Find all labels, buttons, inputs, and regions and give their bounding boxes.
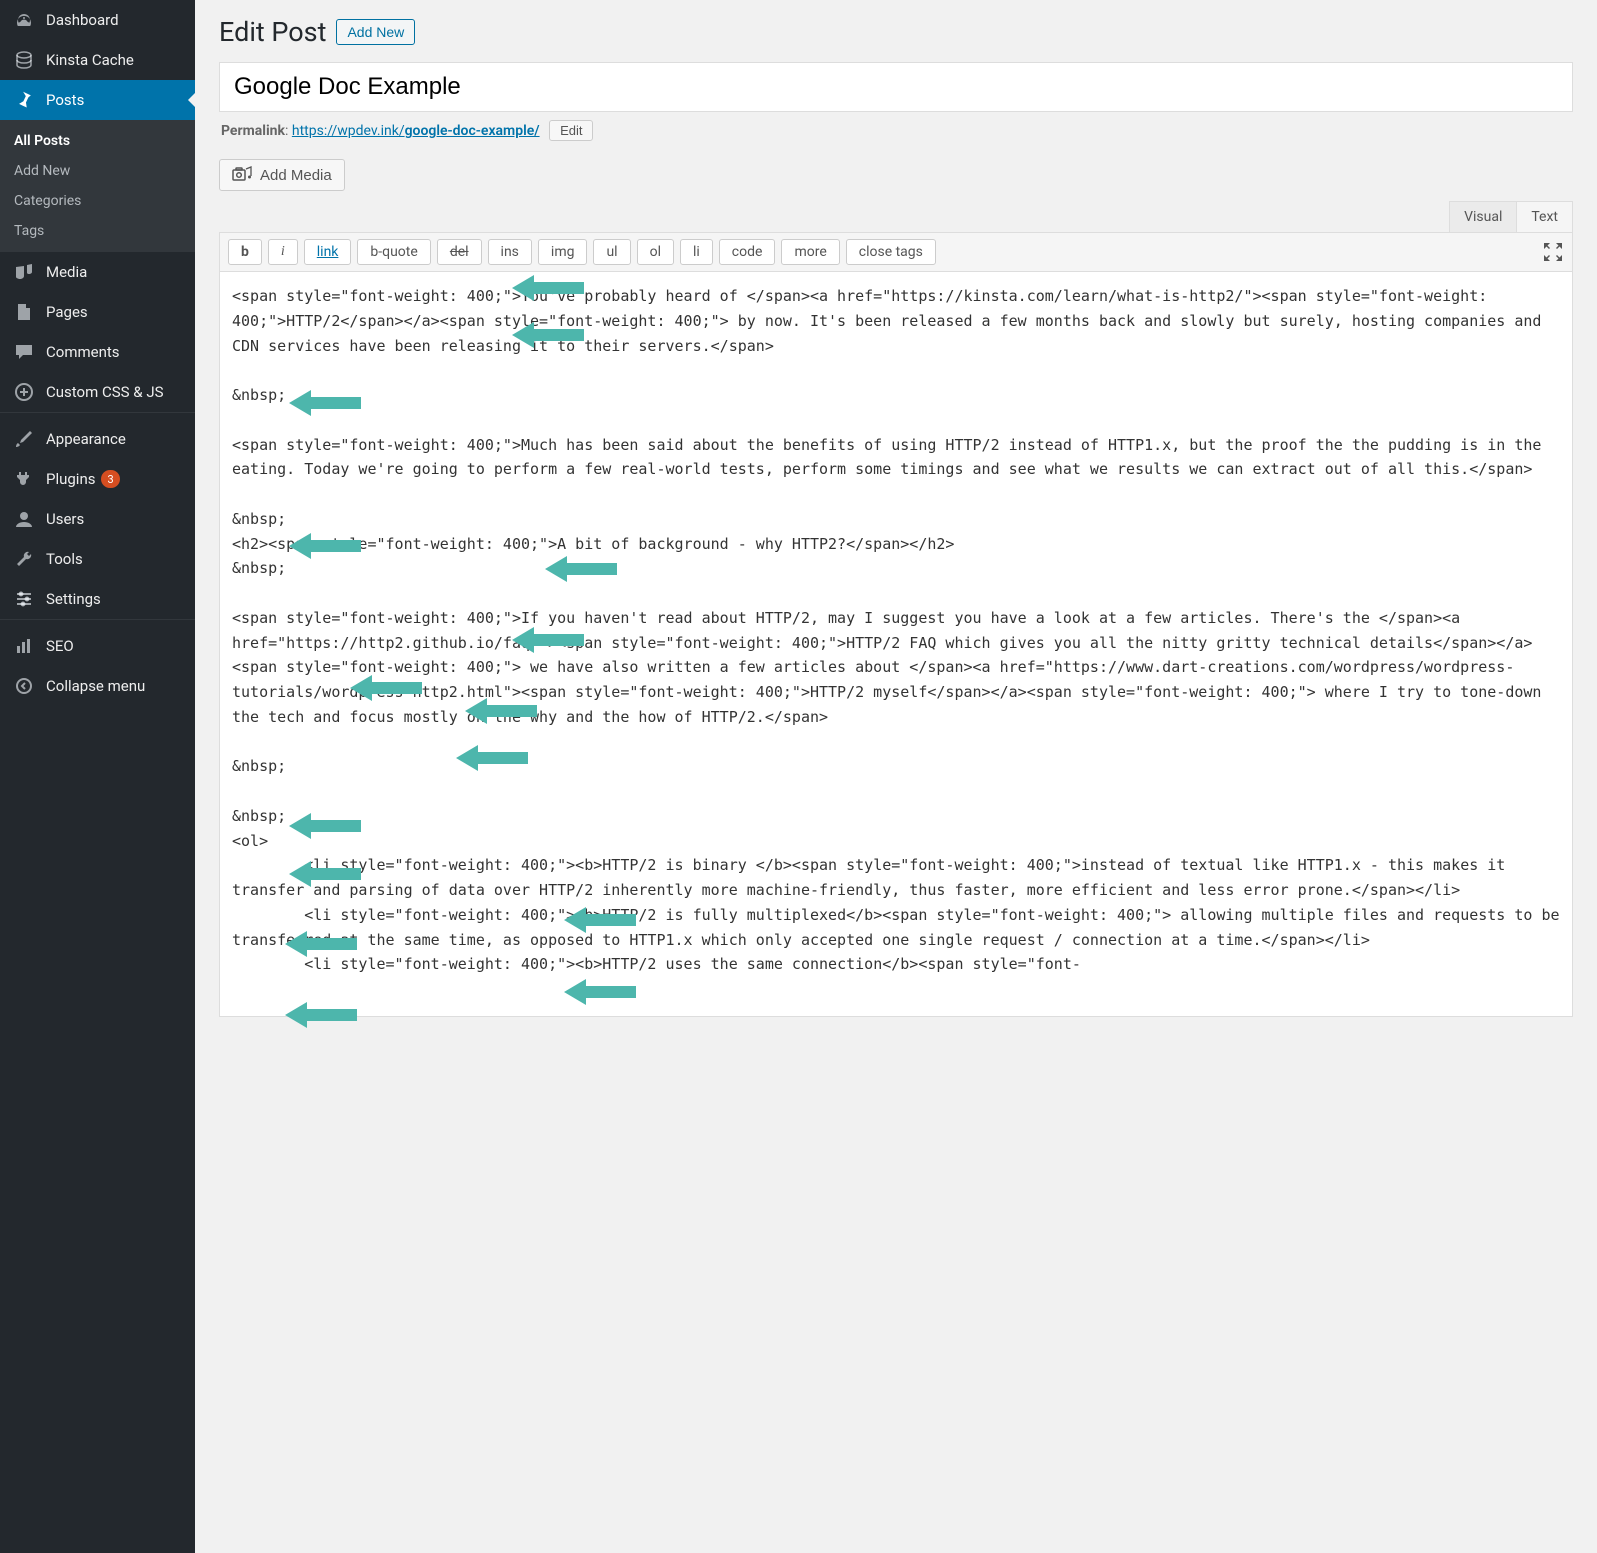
page-title: Edit Post	[219, 16, 326, 48]
sidebar-item-kinsta-cache[interactable]: Kinsta Cache	[0, 40, 195, 80]
tab-visual[interactable]: Visual	[1449, 201, 1517, 232]
plus-icon	[12, 382, 36, 402]
media-icon	[12, 262, 36, 282]
permalink-row: Permalink: https://wpdev.ink/google-doc-…	[219, 120, 1573, 141]
sidebar-item-label: Tools	[46, 550, 83, 568]
permalink-link[interactable]: https://wpdev.ink/google-doc-example/	[292, 123, 540, 139]
pin-icon	[12, 90, 36, 110]
editor-box: bilinkb-quote delinsimgulollicodemore clos…	[219, 232, 1573, 1017]
update-badge: 3	[101, 470, 119, 488]
add-new-button[interactable]: Add New	[336, 19, 415, 45]
seo-icon	[12, 636, 36, 656]
sidebar-item-settings[interactable]: Settings	[0, 579, 195, 619]
sidebar-item-label: Custom CSS & JS	[46, 383, 164, 401]
sidebar-item-users[interactable]: Users	[0, 499, 195, 539]
editor-pane	[220, 272, 1572, 1016]
media-row: Add Media	[219, 159, 1573, 191]
sidebar-item-label: SEO	[46, 637, 74, 655]
sidebar-sub-categories[interactable]: Categories	[0, 186, 195, 216]
camera-music-icon	[232, 166, 252, 184]
qt-del-button[interactable]: del	[437, 239, 482, 265]
sidebar-item-plugins[interactable]: Plugins 3	[0, 459, 195, 499]
edit-slug-button[interactable]: Edit	[549, 120, 593, 141]
permalink-label: Permalink	[221, 123, 285, 139]
sidebar-item-comments[interactable]: Comments	[0, 332, 195, 372]
sidebar-item-seo[interactable]: SEO	[0, 626, 195, 666]
sidebar-item-label: Comments	[46, 343, 120, 361]
sidebar-item-label: Kinsta Cache	[46, 51, 134, 69]
sidebar-item-collapse-menu[interactable]: Collapse menu	[0, 666, 195, 706]
fullscreen-icon[interactable]	[1542, 241, 1564, 263]
wrench-icon	[12, 549, 36, 569]
sidebar-item-label: Plugins	[46, 470, 95, 488]
qt-i-button[interactable]: i	[268, 239, 298, 265]
sidebar-sub-all-posts[interactable]: All Posts	[0, 126, 195, 156]
sidebar-item-label: Collapse menu	[46, 677, 145, 695]
sidebar-item-media[interactable]: Media	[0, 252, 195, 292]
qt-ul-button[interactable]: ul	[593, 239, 630, 265]
sliders-icon	[12, 589, 36, 609]
comment-icon	[12, 342, 36, 362]
sidebar-item-tools[interactable]: Tools	[0, 539, 195, 579]
tab-text[interactable]: Text	[1516, 201, 1573, 232]
collapse-icon	[12, 676, 36, 696]
page-header: Edit Post Add New	[219, 16, 1573, 48]
cache-icon	[12, 50, 36, 70]
page-icon	[12, 302, 36, 322]
sidebar-item-label: Dashboard	[46, 11, 119, 29]
qt-b-quote-button[interactable]: b-quote	[357, 239, 430, 265]
editor-tabs: Visual Text	[219, 201, 1573, 232]
qt-more-button[interactable]: more	[781, 239, 839, 265]
post-content-textarea[interactable]	[220, 272, 1572, 1012]
sidebar-item-posts[interactable]: Posts	[0, 80, 195, 120]
dashboard-icon	[12, 10, 36, 30]
post-title-input[interactable]	[220, 63, 1572, 111]
sidebar-item-label: Pages	[46, 303, 88, 321]
qt-img-button[interactable]: img	[538, 239, 588, 265]
sidebar-item-appearance[interactable]: Appearance	[0, 419, 195, 459]
admin-sidebar: Dashboard Kinsta Cache Posts All PostsAdd N…	[0, 0, 195, 1553]
qt-b-button[interactable]: b	[228, 239, 262, 265]
brush-icon	[12, 429, 36, 449]
sidebar-item-label: Users	[46, 510, 84, 528]
qt-ol-button[interactable]: ol	[637, 239, 674, 265]
sidebar-sub-tags[interactable]: Tags	[0, 216, 195, 246]
sidebar-sub-add-new[interactable]: Add New	[0, 156, 195, 186]
sidebar-item-label: Appearance	[46, 430, 126, 448]
add-media-button[interactable]: Add Media	[219, 159, 345, 191]
qt-link-button[interactable]: link	[304, 239, 352, 265]
sidebar-item-pages[interactable]: Pages	[0, 292, 195, 332]
plug-icon	[12, 469, 36, 489]
main-content: Edit Post Add New Permalink: https://wpd…	[195, 0, 1597, 1553]
sidebar-item-label: Settings	[46, 590, 101, 608]
sidebar-submenu: All PostsAdd NewCategoriesTags	[0, 120, 195, 252]
qt-li-button[interactable]: li	[680, 239, 713, 265]
sidebar-item-dashboard[interactable]: Dashboard	[0, 0, 195, 40]
sidebar-item-label: Posts	[46, 91, 84, 109]
user-icon	[12, 509, 36, 529]
sidebar-item-custom-css-js[interactable]: Custom CSS & JS	[0, 372, 195, 412]
quicktags-toolbar: bilinkb-quote delinsimgulollicodemore clos…	[220, 233, 1572, 272]
qt-code-button[interactable]: code	[719, 239, 776, 265]
sidebar-item-label: Media	[46, 263, 87, 281]
post-title-box	[219, 62, 1573, 112]
qt-ins-button[interactable]: ins	[488, 239, 532, 265]
qt-close-tags-button[interactable]: close tags	[846, 239, 936, 265]
